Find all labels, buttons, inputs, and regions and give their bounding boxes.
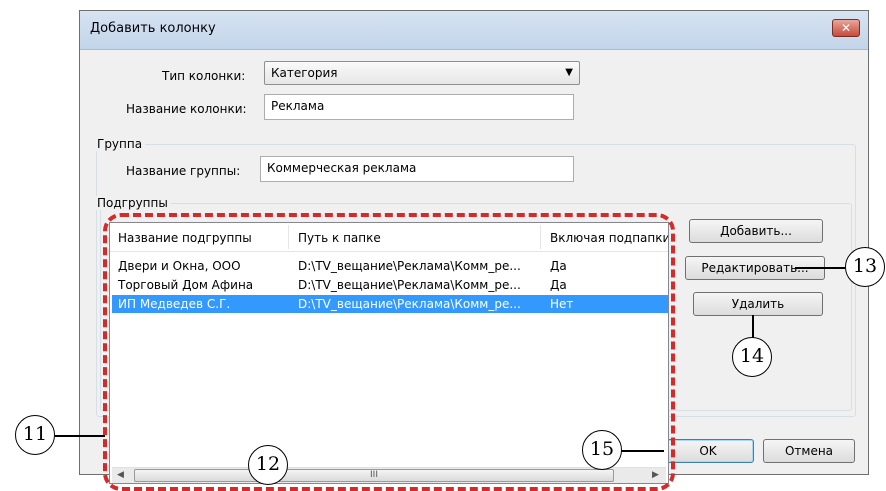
callout-leader xyxy=(795,267,845,269)
group-title: Группа xyxy=(94,137,146,151)
add-subgroup-button[interactable]: Добавить... xyxy=(689,219,823,243)
group-name-input[interactable]: Коммерческая реклама xyxy=(260,156,574,182)
callout-13: 13 xyxy=(845,247,885,287)
cancel-button[interactable]: Отмена xyxy=(763,439,855,463)
dialog-title: Добавить колонку xyxy=(90,21,216,36)
callout-11: 11 xyxy=(15,415,55,455)
column-type-value: Категория xyxy=(271,66,338,80)
group-name-label: Название группы: xyxy=(126,164,241,178)
column-type-select[interactable]: Категория ▼ xyxy=(264,61,580,85)
column-type-label: Тип колонки: xyxy=(162,69,246,83)
callout-15: 15 xyxy=(582,430,622,470)
column-name-input[interactable]: Реклама xyxy=(264,94,574,120)
callout-leader xyxy=(620,450,664,452)
subgroups-title: Подгруппы xyxy=(94,196,171,210)
column-name-label: Название колонки: xyxy=(126,102,247,116)
delete-subgroup-button[interactable]: Удалить xyxy=(693,292,823,316)
chevron-down-icon: ▼ xyxy=(565,67,573,78)
close-button[interactable]: ✕ xyxy=(832,19,860,37)
close-icon: ✕ xyxy=(840,21,852,35)
ok-button[interactable]: OK xyxy=(662,439,754,463)
callout-14: 14 xyxy=(732,337,772,377)
title-bar: Добавить колонку ✕ xyxy=(80,11,868,50)
callout-12: 12 xyxy=(248,445,288,485)
callout-leader xyxy=(55,435,105,437)
